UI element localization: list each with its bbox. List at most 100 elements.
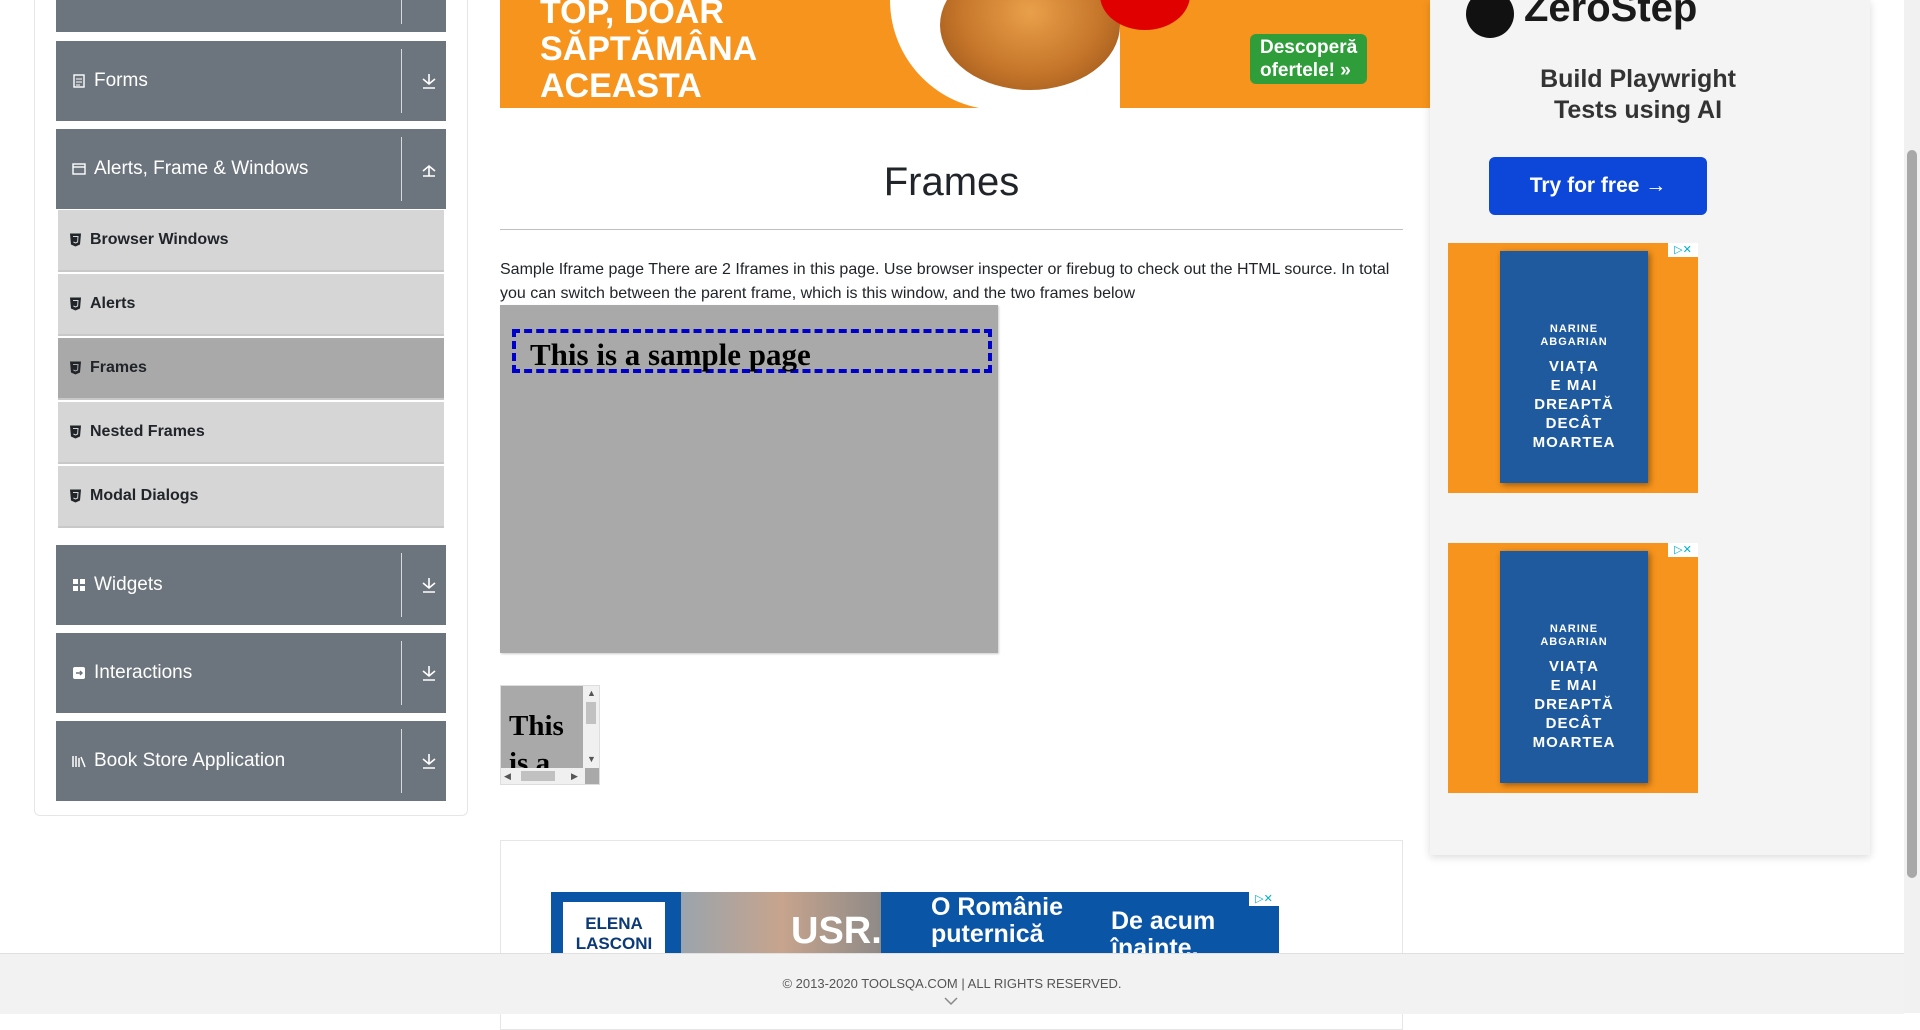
expand-down-icon: [422, 754, 436, 769]
ad-headline-line: TOP, DOAR: [540, 0, 724, 31]
zerostep-logo-icon: [1466, 0, 1514, 38]
book-title: VIAȚA E MAI DREAPTĂ DECÂT MOARTEA: [1500, 357, 1648, 452]
scroll-left-icon[interactable]: ◀: [504, 771, 511, 782]
sidebar-item-alerts[interactable]: Alerts: [58, 274, 444, 336]
book-author: NARINE ABGARIAN: [1500, 323, 1648, 349]
book-title-line: E MAI: [1550, 377, 1598, 394]
sidebar-group-label: Book Store Application: [94, 750, 286, 771]
sidebar-group-interactions[interactable]: Interactions: [56, 633, 446, 713]
window-icon: [72, 163, 86, 175]
scroll-thumb[interactable]: [586, 702, 596, 724]
divider: [401, 729, 402, 793]
html5-icon: [70, 489, 81, 503]
footer: © 2013-2020 TOOLSQA.COM | ALL RIGHTS RES…: [0, 953, 1904, 1014]
sidebar-item-label: Nested Frames: [90, 423, 205, 440]
book-author-line: ABGARIAN: [1540, 636, 1608, 648]
sidebar-group-label: Interactions: [94, 662, 193, 683]
ad-banner-usr[interactable]: ELENA LASCONI USR. O Românie puternică D…: [551, 892, 1279, 962]
html5-icon: [70, 425, 81, 439]
frame-horizontal-scrollbar[interactable]: ◀ ▶: [501, 768, 585, 784]
ad-cta-line: ofertele! »: [1260, 60, 1351, 81]
divider: [401, 553, 402, 617]
scroll-right-icon[interactable]: ▶: [571, 771, 578, 782]
sidebar-item-label: Modal Dialogs: [90, 487, 199, 504]
scroll-down-icon[interactable]: ▼: [587, 754, 596, 764]
expand-down-icon: [422, 666, 436, 681]
sidebar-item-label: Frames: [90, 359, 147, 376]
ad-cta-button[interactable]: Descoperă ofertele! »: [1250, 34, 1368, 84]
page-scrollbar[interactable]: [1904, 0, 1920, 1013]
divider: [401, 49, 402, 113]
slogan-line: De acum: [1111, 907, 1216, 935]
form-icon: [73, 74, 85, 88]
adchoices-icon[interactable]: ▷✕: [1668, 243, 1698, 257]
sidebar-group-book-store[interactable]: Book Store Application: [56, 721, 446, 801]
zerostep-tagline: Build Playwright Tests using AI: [1470, 64, 1806, 126]
page-description: Sample Iframe page There are 2 Iframes i…: [500, 261, 1390, 302]
book-title-line: E MAI: [1550, 677, 1598, 694]
html5-icon: [70, 297, 81, 311]
book-title-line: VIAȚA: [1549, 658, 1599, 675]
copyright-text: © 2013-2020 TOOLSQA.COM | ALL RIGHTS RES…: [782, 976, 1122, 991]
sidebar-item-frames[interactable]: Frames: [58, 338, 444, 400]
slogan-line: O Românie: [931, 893, 1063, 921]
ad-headline: TOP, DOAR SĂPTĂMÂNA ACEASTA: [540, 0, 757, 105]
book-title-line: VIAȚA: [1549, 358, 1599, 375]
ad-column-right: ZeroStep Build Playwright Tests using AI…: [1430, 0, 1870, 855]
badge-line: ELENA: [585, 914, 643, 933]
sidebar-group-alerts-frame-windows[interactable]: Alerts, Frame & Windows: [56, 129, 446, 209]
book-author-line: NARINE: [1549, 323, 1599, 335]
slogan-line: puternică: [931, 920, 1044, 948]
divider: [401, 641, 402, 705]
expand-down-icon: [422, 578, 436, 593]
divider: [401, 0, 402, 24]
sidebar-group-elements[interactable]: [56, 0, 446, 32]
page-title: Frames: [883, 160, 1020, 204]
scroll-up-icon[interactable]: ▲: [587, 688, 596, 698]
sidebar-group-label: Forms: [94, 70, 148, 91]
html5-icon: [70, 233, 81, 247]
page-scroll-thumb[interactable]: [1907, 150, 1917, 878]
book-author-line: ABGARIAN: [1540, 336, 1608, 348]
book-title: VIAȚA E MAI DREAPTĂ DECÂT MOARTEA: [1500, 657, 1648, 752]
adchoices-icon[interactable]: ▷✕: [1249, 892, 1279, 906]
book-ad-2[interactable]: ▷✕ NARINE ABGARIAN VIAȚA E MAI DREAPTĂ D…: [1448, 543, 1698, 793]
iframe-frame2[interactable]: This is a sample page ▲ ▼ ◀ ▶: [500, 685, 600, 785]
zerostep-brand: ZeroStep: [1524, 0, 1698, 30]
iframe-frame1[interactable]: This is a sample page: [500, 305, 998, 653]
book-title-line: DREAPTĂ: [1534, 696, 1614, 713]
chevron-down-icon[interactable]: [944, 996, 958, 1006]
widgets-icon: [73, 579, 85, 591]
ad-slogan: O Românie puternică: [931, 894, 1063, 948]
frame-heading: This is a sample page: [530, 337, 811, 372]
sidebar-group-widgets[interactable]: Widgets: [56, 545, 446, 625]
expand-down-icon: [422, 74, 436, 89]
divider: [401, 137, 402, 201]
ad-headline-line: ACEASTA: [540, 67, 702, 105]
sidebar-item-nested-frames[interactable]: Nested Frames: [58, 402, 444, 464]
adchoices-icon[interactable]: ▷✕: [1668, 543, 1698, 557]
frame-vertical-scrollbar[interactable]: ▲ ▼: [583, 686, 599, 768]
scroll-thumb[interactable]: [521, 771, 555, 781]
tagline-line: Tests using AI: [1553, 96, 1723, 124]
ad-headline-line: SĂPTĂMÂNA: [540, 30, 758, 68]
book-cover: NARINE ABGARIAN VIAȚA E MAI DREAPTĂ DECÂ…: [1500, 251, 1648, 483]
ad-banner-top[interactable]: TOP, DOAR SĂPTĂMÂNA ACEASTA Descoperă of…: [500, 0, 1430, 108]
sidebar-item-browser-windows[interactable]: Browser Windows: [58, 210, 444, 272]
frame-heading-box: This is a sample page: [512, 329, 992, 373]
chevron-down-icon: [420, 0, 438, 1]
sidebar-group-label: Alerts, Frame & Windows: [94, 158, 309, 179]
book-ad-1[interactable]: ▷✕ NARINE ABGARIAN VIAȚA E MAI DREAPTĂ D…: [1448, 243, 1698, 493]
try-for-free-button[interactable]: Try for free →: [1489, 157, 1707, 215]
badge-line: LASCONI: [575, 934, 653, 953]
book-author-line: NARINE: [1549, 623, 1599, 635]
sidebar-group-label: Widgets: [94, 574, 163, 595]
book-title-line: DECÂT: [1545, 715, 1603, 732]
sidebar-item-modal-dialogs[interactable]: Modal Dialogs: [58, 466, 444, 528]
html5-icon: [70, 361, 81, 375]
ad-cta-line: Descoperă: [1260, 37, 1358, 58]
book-title-line: DREAPTĂ: [1534, 396, 1614, 413]
tagline-line: Build Playwright: [1540, 65, 1736, 93]
title-divider: [500, 229, 1403, 230]
sidebar-group-forms[interactable]: Forms: [56, 41, 446, 121]
